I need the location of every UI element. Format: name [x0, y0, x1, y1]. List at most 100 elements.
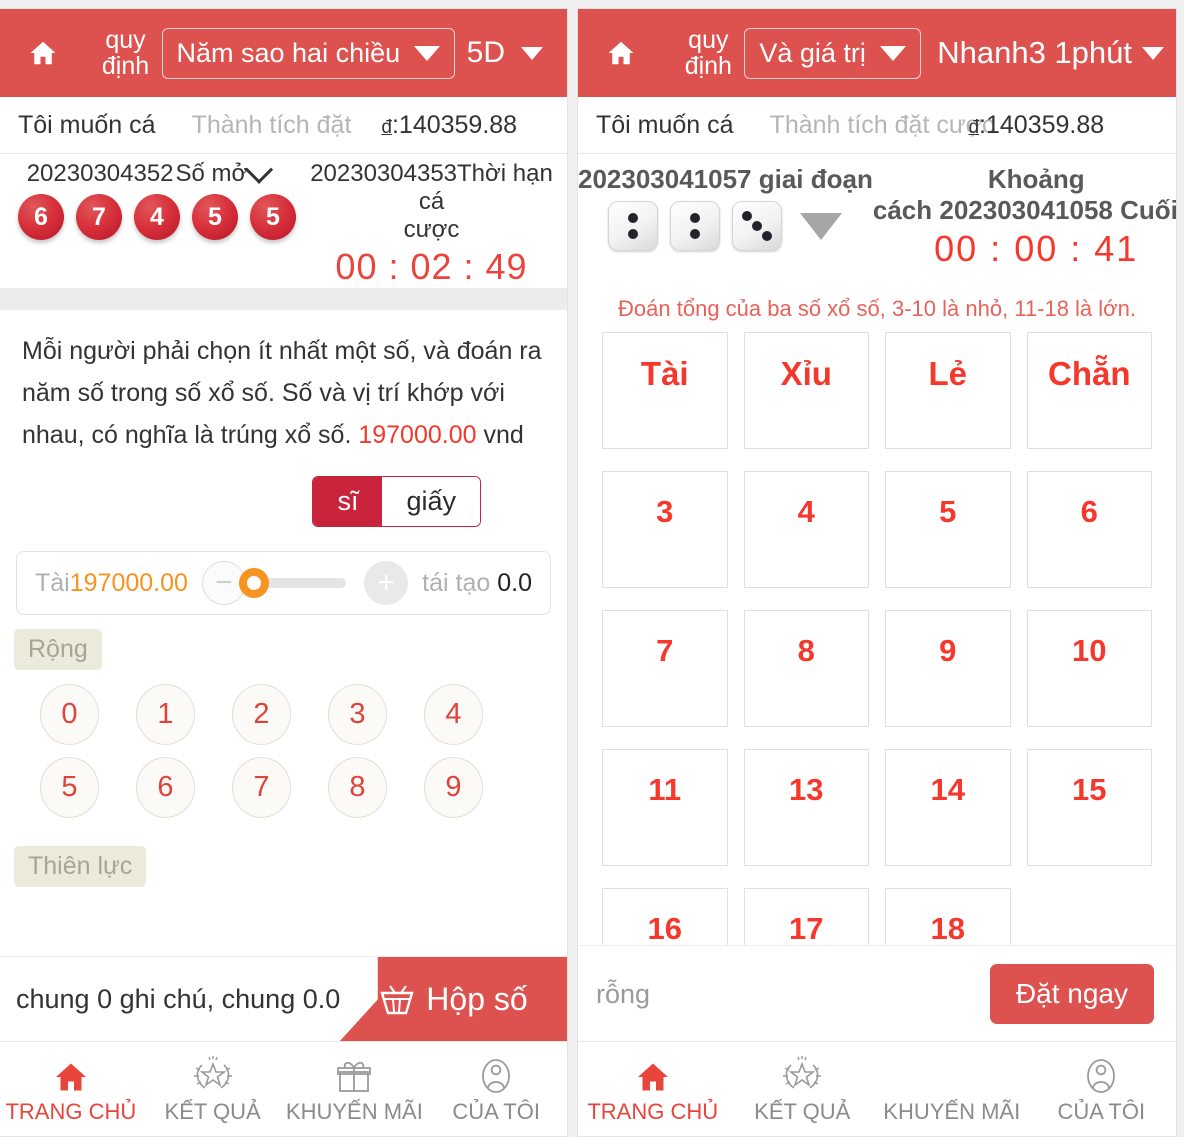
- app-root: quy định Năm sao hai chiều 5D Tôi muốn c…: [0, 0, 1184, 1137]
- bet-option-xiu[interactable]: Xỉu: [743, 332, 869, 449]
- tab-khuyen-mai[interactable]: KHUYẾN MÃI: [284, 1053, 426, 1125]
- bet-option-number[interactable]: 14: [885, 749, 1011, 866]
- right-empty-label: rỗng: [596, 978, 651, 1009]
- right-next-draw: Khoảng cách 202303041058 Cuối k 00 : 00 …: [873, 164, 1176, 270]
- left-amount-control: Tài197000.00 − + tái tạo 0.0: [16, 551, 551, 615]
- left-rule-label: quy định: [101, 26, 150, 80]
- right-home-button[interactable]: [578, 38, 664, 68]
- number-option[interactable]: 5: [40, 757, 99, 818]
- tab-label: TRANG CHỦ: [587, 1099, 719, 1124]
- dice-icon: [670, 201, 721, 251]
- tab-label: KHUYẾN MÃI: [883, 1099, 1021, 1124]
- bet-option-number[interactable]: 15: [1026, 749, 1152, 866]
- left-next-label2: cược: [403, 216, 460, 243]
- right-game-select[interactable]: Và giá trị: [744, 27, 921, 79]
- number-option[interactable]: 1: [136, 684, 195, 745]
- amount-slider-handle[interactable]: [238, 568, 269, 598]
- chevron-down-icon: [414, 45, 441, 61]
- left-tab-my-bet[interactable]: Tôi muốn cá: [0, 111, 156, 140]
- left-result-balls: 6 7 4 5 5: [0, 188, 296, 240]
- bet-option-number[interactable]: 8: [743, 610, 869, 727]
- group-tag-rong: Rộng: [14, 629, 102, 670]
- right-gap-line1: Khoảng: [987, 164, 1085, 194]
- right-tab-my-bet[interactable]: Tôi muốn cá: [578, 111, 734, 140]
- left-group-thienluc: Thiên lực: [0, 824, 567, 887]
- left-mode-value: 5D: [466, 36, 505, 69]
- tab-cua-toi[interactable]: CỦA TÔI: [1027, 1053, 1177, 1125]
- right-mode-select[interactable]: Nhanh3 1phút: [937, 35, 1176, 71]
- bet-option-number[interactable]: 7: [602, 610, 728, 727]
- left-app-header: quy định Năm sao hai chiều 5D: [0, 9, 567, 97]
- number-option[interactable]: 8: [328, 757, 387, 818]
- gift-icon: [334, 1053, 374, 1095]
- left-subnav: Tôi muốn cá Thành tích đặt đ:140359.88: [0, 97, 567, 154]
- chevron-down-icon: [1142, 46, 1164, 60]
- currency-icon: đ: [381, 116, 392, 138]
- dice-icon: [608, 201, 659, 251]
- left-draw-info: 20230304352 Số mở 6 7 4 5 5 20230304353Th…: [0, 154, 567, 288]
- left-next-title: 20230304353Thời hạn cá: [296, 160, 567, 216]
- basket-icon: [378, 984, 416, 1016]
- right-rule-label: quy định: [684, 26, 732, 80]
- number-option[interactable]: 0: [40, 684, 99, 745]
- left-open-title[interactable]: 20230304352 Số mở: [0, 155, 296, 188]
- bet-option-number[interactable]: 4: [743, 471, 869, 588]
- tab-label: KẾT QUẢ: [164, 1099, 261, 1124]
- bet-option-number[interactable]: 13: [743, 749, 869, 866]
- result-ball: 5: [192, 194, 238, 240]
- number-option[interactable]: 7: [232, 757, 291, 818]
- bet-option-number[interactable]: 11: [602, 749, 728, 866]
- left-tabbar: TRANG CHỦ KẾT QUẢ KHUYẾN MÃI CỦA TÔI: [0, 1041, 567, 1136]
- tab-trang-chu[interactable]: TRANG CHỦ: [578, 1053, 728, 1125]
- left-game-select[interactable]: Năm sao hai chiều: [161, 27, 456, 79]
- right-issue-line: 202303041057 giai đoạn: [578, 164, 873, 194]
- toggle-option-giay[interactable]: giấy: [382, 477, 480, 526]
- left-mode-select[interactable]: 5D: [467, 36, 567, 70]
- home-icon: [606, 38, 636, 68]
- right-open-draw: 202303041057 giai đoạn: [578, 164, 873, 270]
- bet-option-tai[interactable]: Tài: [602, 332, 728, 449]
- number-option[interactable]: 2: [232, 684, 291, 745]
- amount-slider[interactable]: [238, 568, 347, 598]
- right-dice-row: [578, 195, 873, 251]
- bet-option-number[interactable]: 3: [602, 471, 728, 588]
- toggle-option-si[interactable]: sĩ: [313, 477, 383, 526]
- right-balance: đ:140359.88: [968, 111, 1104, 140]
- chevron-down-icon[interactable]: [800, 212, 843, 240]
- left-next-draw: 20230304353Thời hạn cá cược 00 : 02 : 49: [296, 160, 567, 288]
- bet-option-number[interactable]: 10: [1026, 610, 1152, 727]
- number-option[interactable]: 6: [136, 757, 195, 818]
- number-option[interactable]: 4: [424, 684, 483, 745]
- left-unit-toggle[interactable]: sĩ giấy: [312, 476, 481, 527]
- left-cart-button-label: Hộp số: [426, 981, 528, 1017]
- tab-khuyen-mai[interactable]: KHUYẾN MÃI: [877, 1053, 1027, 1125]
- left-amount-prefix: Tài: [35, 568, 70, 597]
- home-icon: [53, 1053, 89, 1095]
- bet-option-number[interactable]: 5: [885, 471, 1011, 588]
- tab-cua-toi[interactable]: CỦA TÔI: [425, 1053, 567, 1125]
- tab-label: KHUYẾN MÃI: [285, 1099, 423, 1124]
- tab-trang-chu[interactable]: TRANG CHỦ: [0, 1053, 142, 1125]
- left-home-button[interactable]: [0, 38, 86, 68]
- bet-option-number[interactable]: 6: [1026, 471, 1152, 588]
- left-balance: đ:140359.88: [351, 111, 517, 140]
- amount-plus-button[interactable]: +: [364, 561, 409, 605]
- left-countdown: 00 : 02 : 49: [335, 246, 528, 287]
- number-option[interactable]: 9: [424, 757, 483, 818]
- left-cart-button[interactable]: Hộp số: [339, 957, 567, 1042]
- right-tab-record[interactable]: Thành tích đặt cược: [734, 111, 995, 140]
- left-tab-record[interactable]: Thành tích đặt: [156, 111, 352, 140]
- left-cart-bar: chung 0 ghi chú, chung 0.0 Hộp số: [0, 956, 567, 1042]
- home-icon: [635, 1053, 671, 1095]
- bet-option-le[interactable]: Lẻ: [885, 332, 1011, 449]
- tab-ket-qua[interactable]: KẾT QUẢ: [728, 1053, 878, 1125]
- tab-ket-qua[interactable]: KẾT QUẢ: [142, 1053, 284, 1125]
- chevron-down-icon: [245, 155, 274, 184]
- chevron-down-icon: [521, 46, 543, 60]
- bet-option-number[interactable]: 9: [885, 610, 1011, 727]
- tab-label: TRANG CHỦ: [5, 1099, 137, 1124]
- home-icon: [28, 38, 58, 68]
- right-bet-now-button[interactable]: Đặt ngay: [989, 964, 1154, 1024]
- number-option[interactable]: 3: [328, 684, 387, 745]
- bet-option-chan[interactable]: Chẵn: [1026, 332, 1152, 449]
